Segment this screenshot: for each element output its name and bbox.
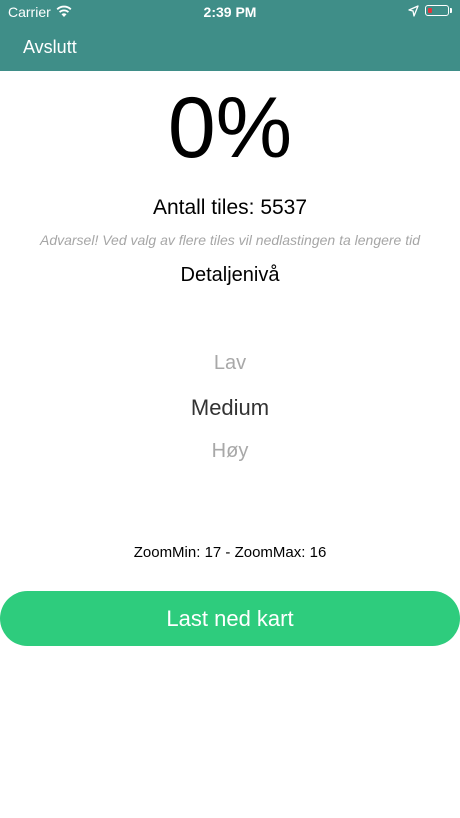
picker-option-hoy[interactable]: Høy xyxy=(0,440,460,463)
exit-button[interactable]: Avslutt xyxy=(23,37,77,58)
battery-level xyxy=(428,8,432,13)
location-arrow-icon xyxy=(408,5,419,17)
detail-level-title: Detaljenivå xyxy=(180,264,280,286)
zoom-range-label: ZoomMin: 17 - ZoomMax: 16 xyxy=(133,544,327,561)
status-bar: Carrier 2:39 PM xyxy=(0,0,460,24)
detail-level-picker[interactable]: Lav Medium Høy xyxy=(0,340,460,480)
tile-warning: Advarsel! Ved valg av flere tiles vil ne… xyxy=(39,232,421,248)
app-header: Carrier 2:39 PM Avslutt xyxy=(0,0,460,71)
battery-icon xyxy=(425,5,449,16)
tile-count: Antall tiles: 5537 xyxy=(152,196,308,219)
battery-cap xyxy=(450,8,452,13)
clock: 2:39 PM xyxy=(203,4,257,20)
picker-option-lav[interactable]: Lav xyxy=(0,352,460,375)
picker-option-medium[interactable]: Medium xyxy=(0,395,460,421)
progress-percent: 0% xyxy=(167,80,293,176)
download-map-button[interactable]: Last ned kart xyxy=(0,591,460,646)
